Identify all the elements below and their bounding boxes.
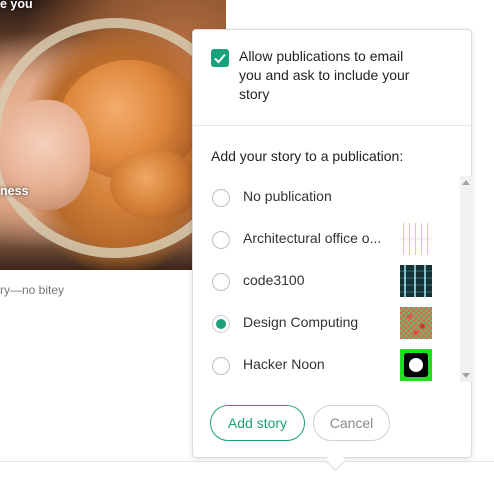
publication-name: code3100 <box>243 272 305 288</box>
publication-name: Design Computing <box>243 314 359 330</box>
hacker-noon-thumbnail <box>400 349 432 381</box>
add-to-publication-popover: Allow publications to email you and ask … <box>192 29 472 458</box>
add-story-button[interactable]: Add story <box>210 405 305 441</box>
allow-email-checkbox[interactable] <box>211 49 229 67</box>
publication-name: Architectural office o... <box>243 230 382 246</box>
publication-list[interactable]: No publication Architectural office o...… <box>193 176 455 386</box>
checkmark-icon <box>214 53 226 64</box>
publication-item-architectural-office[interactable]: Architectural office o... <box>193 218 455 260</box>
footer-divider <box>0 461 494 462</box>
photo-overlay-text-mid: ness <box>0 184 29 198</box>
design-computing-thumbnail <box>400 307 432 339</box>
publication-list-scrollbar[interactable] <box>460 176 472 382</box>
code3100-thumbnail <box>400 265 432 297</box>
radio-code3100[interactable] <box>212 273 230 291</box>
popover-divider <box>193 125 471 126</box>
snake-body <box>110 150 200 220</box>
photo-overlay-text-top: e you <box>0 0 33 11</box>
radio-architectural-office[interactable] <box>212 231 230 249</box>
radio-no-publication[interactable] <box>212 189 230 207</box>
allow-email-label: Allow publications to email you and ask … <box>239 48 410 102</box>
radio-design-computing[interactable] <box>212 315 230 333</box>
architectural-office-thumbnail <box>400 223 432 255</box>
radio-hacker-noon[interactable] <box>212 357 230 375</box>
publication-name: No publication <box>243 188 332 204</box>
photo-caption: ry—no bitey <box>0 283 65 297</box>
publication-heading: Add your story to a publication: <box>211 148 404 164</box>
scroll-up-arrow-icon[interactable] <box>462 180 470 185</box>
publication-item-no-publication[interactable]: No publication <box>193 176 455 218</box>
scroll-down-arrow-icon[interactable] <box>462 373 470 378</box>
cancel-button[interactable]: Cancel <box>313 405 390 441</box>
scroll-thumb[interactable] <box>462 190 470 368</box>
publication-item-design-computing[interactable]: Design Computing <box>193 302 455 344</box>
publication-item-hacker-noon[interactable]: Hacker Noon <box>193 344 455 386</box>
publication-item-code3100[interactable]: code3100 <box>193 260 455 302</box>
publication-name: Hacker Noon <box>243 356 325 372</box>
